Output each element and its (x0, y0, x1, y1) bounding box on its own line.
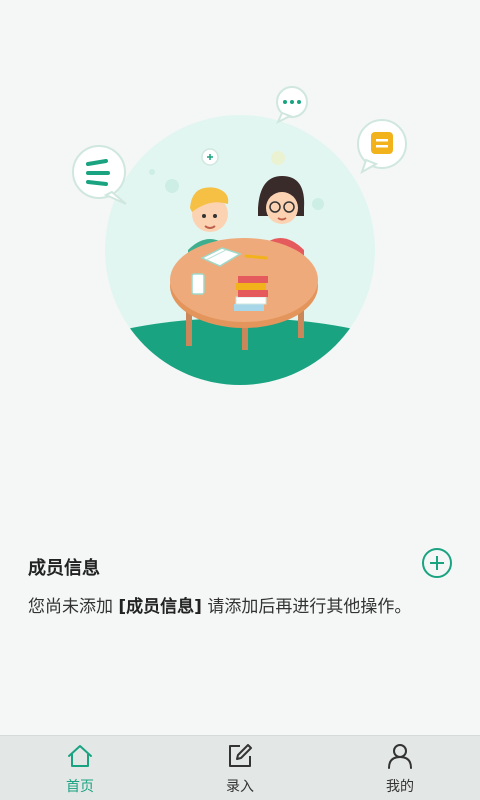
message-after: 请添加后再进行其他操作。 (207, 597, 412, 617)
tab-entry-label: 录入 (226, 779, 254, 795)
bottom-tab-bar: 首页 录入 我的 (0, 735, 480, 800)
tab-home-label: 首页 (66, 779, 94, 795)
empty-state-illustration (72, 86, 407, 385)
tab-mine[interactable]: 我的 (320, 736, 480, 800)
member-info-header: 成员信息 (28, 548, 456, 582)
edit-icon (229, 744, 252, 767)
tab-entry[interactable]: 录入 (160, 736, 320, 800)
chat-bubble-top-icon (275, 86, 308, 125)
add-member-button[interactable] (422, 548, 452, 578)
empty-state-message: 您尚未添加 [成员信息] 请添加后再进行其他操作。 (28, 592, 468, 617)
home-icon (68, 745, 92, 767)
section-title: 成员信息 (28, 558, 100, 579)
tab-mine-label: 我的 (386, 779, 414, 795)
message-before: 您尚未添加 (28, 597, 113, 617)
tab-home[interactable]: 首页 (0, 736, 160, 800)
chat-bubble-right-icon (357, 119, 407, 175)
message-highlight: [成员信息] (118, 597, 202, 617)
user-icon (388, 744, 412, 769)
